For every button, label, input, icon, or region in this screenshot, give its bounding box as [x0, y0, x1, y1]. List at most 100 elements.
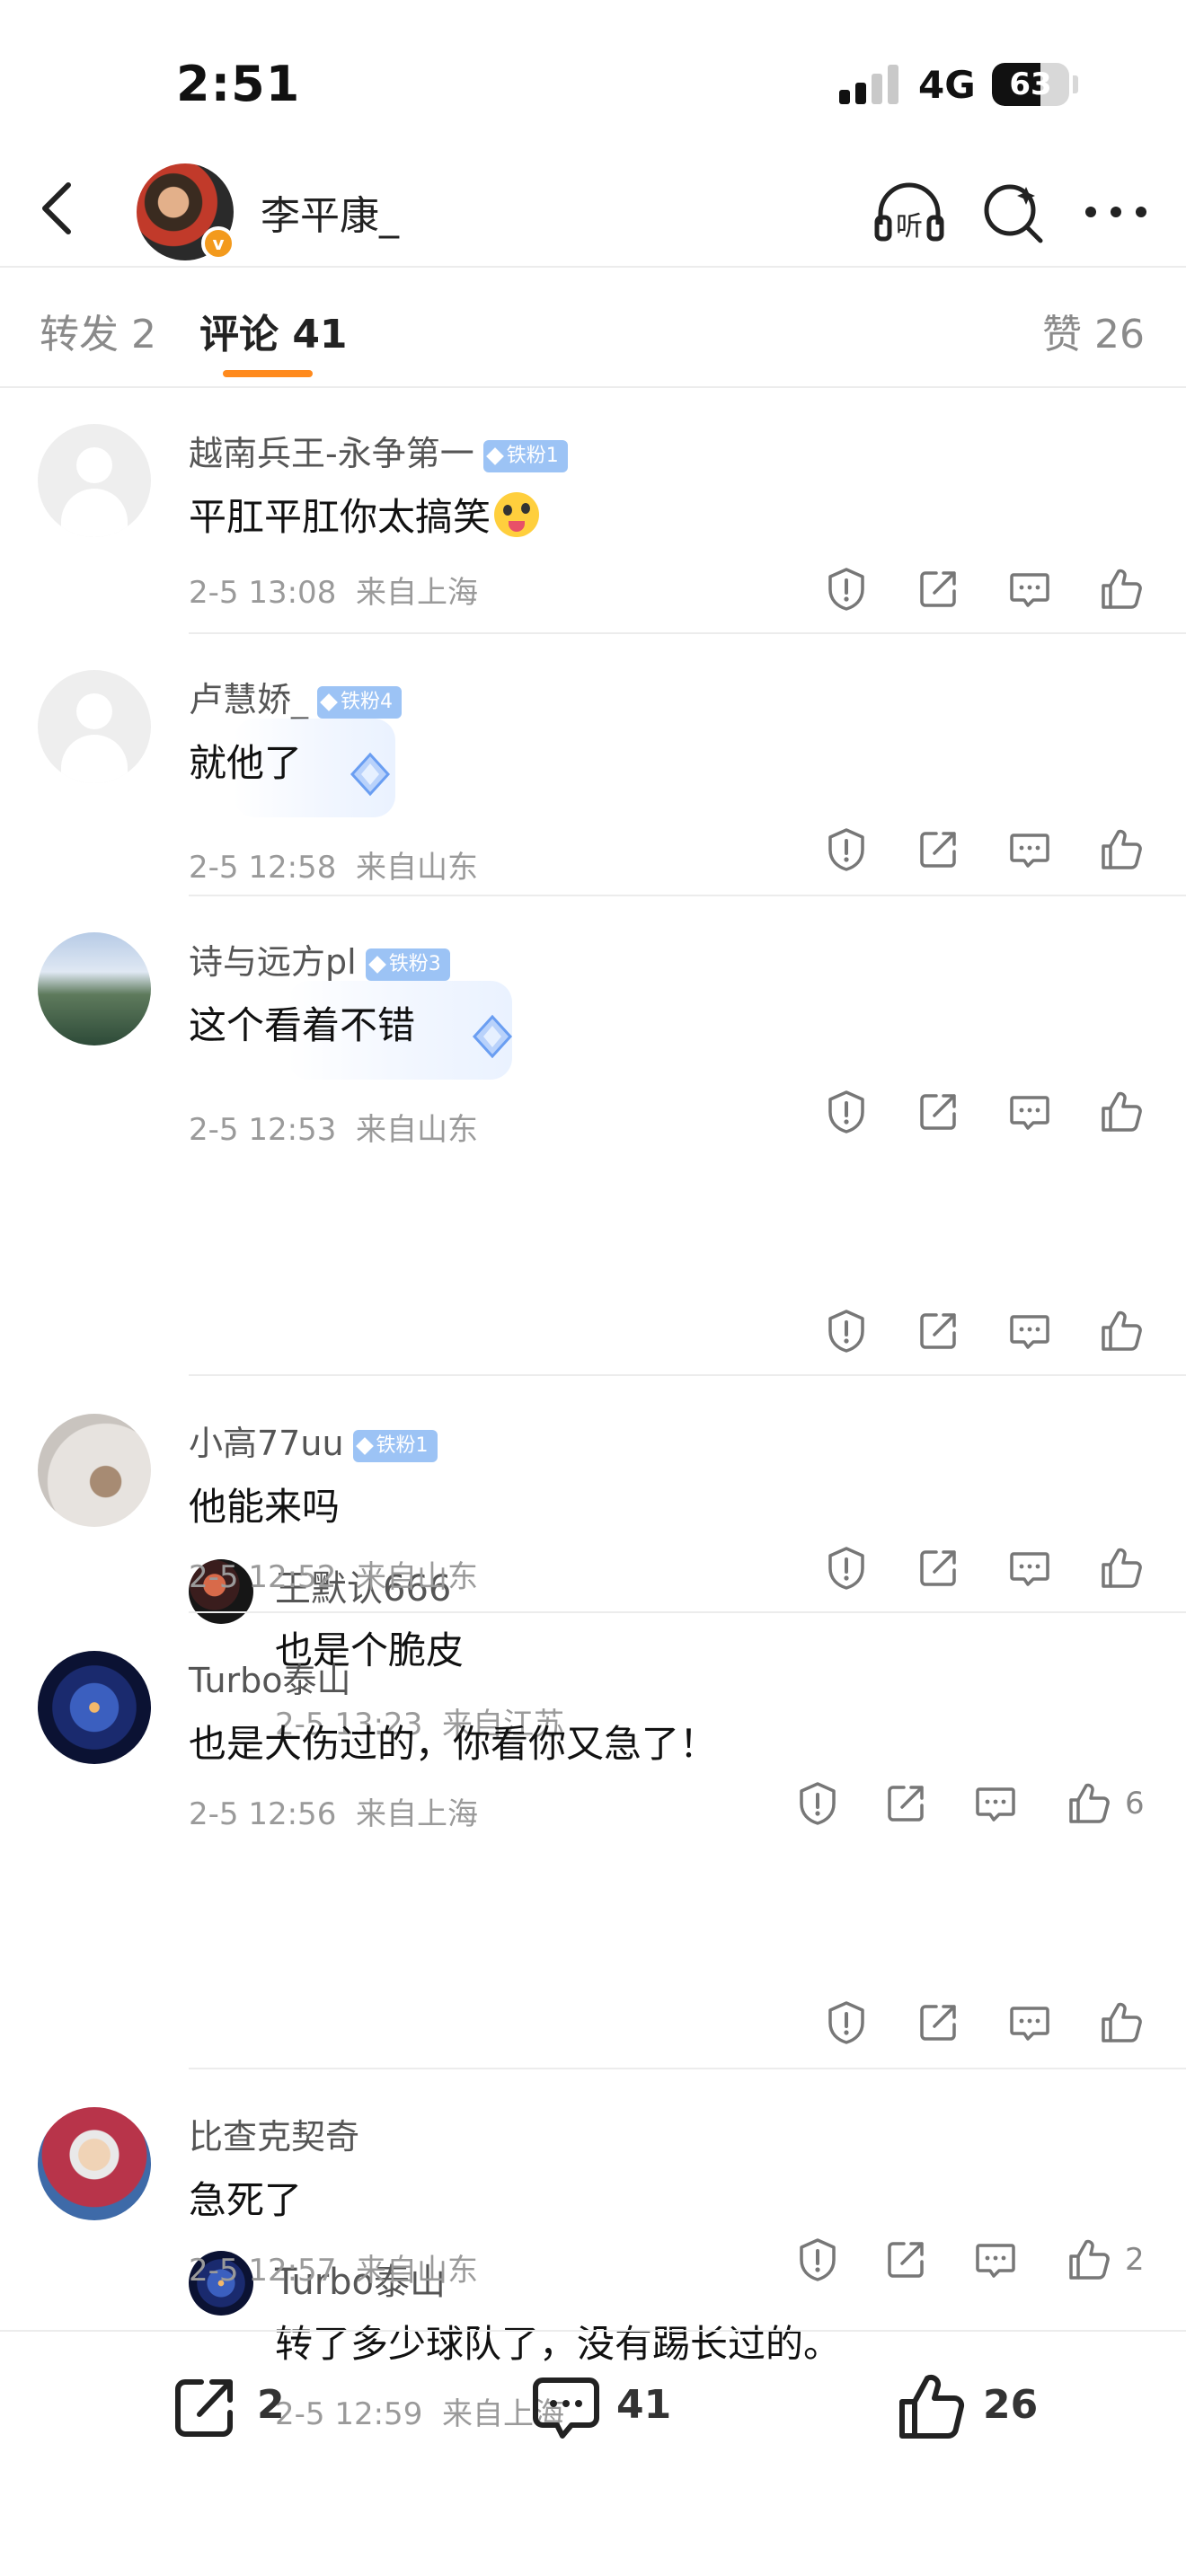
share-icon[interactable] — [915, 566, 961, 613]
comment-user[interactable]: Turbo泰山 — [189, 1653, 351, 1702]
comment-text: 就他了 — [189, 741, 303, 785]
chevron-left-icon — [42, 182, 71, 234]
repost-button[interactable] — [167, 2369, 243, 2445]
comment-meta: 2-5 12:52 来自山东 — [189, 1559, 478, 1595]
svg-text:听: 听 — [896, 211, 923, 243]
comment-meta: 2-5 12:56 来自上海 — [189, 1796, 478, 1832]
page-title[interactable]: 李平康_ — [261, 183, 399, 241]
username[interactable]: 越南兵王-永争第一 — [189, 434, 474, 473]
verified-icon: v — [201, 226, 235, 260]
fan-badge: 铁粉1 — [352, 1429, 438, 1462]
thumbs-up-icon — [899, 2374, 965, 2439]
more-icon — [1085, 207, 1146, 217]
report-icon[interactable] — [823, 1545, 870, 1592]
avatar[interactable] — [38, 424, 151, 537]
comment-meta: 2-5 13:08 来自上海 — [189, 575, 478, 611]
more-button[interactable] — [1078, 174, 1154, 250]
comment-user[interactable]: 越南兵王-永争第一 铁粉1 — [189, 426, 568, 475]
repost-count[interactable]: 2 — [257, 2382, 285, 2428]
username[interactable]: 小高77uu — [189, 1424, 344, 1463]
active-tab-indicator — [223, 370, 313, 377]
search-icon — [984, 184, 1043, 243]
share-icon[interactable] — [915, 1089, 961, 1135]
share-icon[interactable] — [915, 1545, 961, 1592]
thumbs-up-icon[interactable] — [1098, 1545, 1145, 1592]
comment-icon — [533, 2378, 599, 2439]
share-icon[interactable] — [915, 826, 961, 873]
listen-button[interactable]: 听 — [872, 174, 947, 250]
username[interactable]: 比查克契奇 — [189, 2117, 359, 2157]
tab-bar: 转发 2 评论 41 赞 26 — [0, 269, 1186, 388]
reply-icon[interactable] — [1006, 1089, 1053, 1135]
back-button[interactable] — [22, 171, 97, 246]
comment-text: 平肛平肛你太搞笑 — [189, 487, 540, 542]
divider — [189, 632, 1186, 634]
thumbs-up-icon[interactable] — [1098, 1089, 1145, 1135]
report-icon[interactable] — [823, 1308, 870, 1354]
comment-text: 他能来吗 — [189, 1485, 341, 1529]
comment-user[interactable]: 诗与远方pl 铁粉3 — [189, 934, 450, 984]
comment-meta: 2-5 12:53 来自山东 — [189, 1112, 478, 1148]
report-icon[interactable] — [794, 1780, 841, 1827]
share-icon[interactable] — [915, 1308, 961, 1354]
comment-user[interactable]: 比查克契奇 — [189, 2109, 359, 2158]
report-icon[interactable] — [823, 1089, 870, 1135]
divider — [189, 2068, 1186, 2069]
reply-icon[interactable] — [1006, 826, 1053, 873]
comment-meta: 2-5 12:57 来自山东 — [189, 2253, 478, 2289]
thumbs-up-icon[interactable] — [1098, 566, 1145, 613]
report-icon[interactable] — [794, 2236, 841, 2283]
battery-cap — [1073, 75, 1078, 93]
fan-badge: 铁粉3 — [365, 948, 450, 981]
like-button[interactable] — [893, 2369, 969, 2445]
share-icon[interactable] — [882, 1780, 929, 1827]
thumbs-up-icon[interactable] — [1066, 2236, 1112, 2283]
comment-like-count[interactable]: 6 — [1125, 1786, 1145, 1822]
avatar[interactable] — [38, 932, 151, 1045]
comment-user[interactable]: 小高77uu 铁粉1 — [189, 1416, 438, 1465]
thumbs-up-icon[interactable] — [1098, 1308, 1145, 1354]
avatar[interactable] — [38, 1651, 151, 1764]
thumbs-up-icon[interactable] — [1066, 1780, 1112, 1827]
comment-count[interactable]: 41 — [616, 2382, 671, 2428]
like-count[interactable]: 26 — [983, 2382, 1038, 2428]
reply-icon[interactable] — [1006, 566, 1053, 613]
avatar[interactable] — [38, 1414, 151, 1527]
reply-icon[interactable] — [1006, 1545, 1053, 1592]
network-type: 4G — [918, 63, 976, 107]
comment-button[interactable] — [528, 2369, 604, 2445]
reply-icon[interactable] — [1006, 1308, 1053, 1354]
reply-icon[interactable] — [972, 2236, 1019, 2283]
report-icon[interactable] — [823, 826, 870, 873]
avatar[interactable] — [38, 670, 151, 783]
repost-icon — [175, 2379, 233, 2437]
comment-like-count[interactable]: 2 — [1125, 2242, 1145, 2278]
divider — [189, 1374, 1186, 1376]
report-icon[interactable] — [823, 1999, 870, 2046]
comment-text: 这个看着不错 — [189, 1003, 416, 1047]
search-button[interactable] — [976, 174, 1051, 250]
reply-icon[interactable] — [972, 1780, 1019, 1827]
grinning-tongue-emoji — [494, 492, 540, 537]
username[interactable]: 卢慧娇_ — [189, 680, 308, 719]
username[interactable]: 诗与远方pl — [189, 942, 357, 982]
battery-percent: 63 — [1009, 66, 1052, 102]
report-icon[interactable] — [823, 566, 870, 613]
share-icon[interactable] — [882, 2236, 929, 2283]
avatar[interactable] — [38, 2107, 151, 2220]
battery-icon: 63 — [992, 63, 1069, 106]
share-icon[interactable] — [915, 1999, 961, 2046]
tab-comments[interactable]: 评论 41 — [199, 302, 348, 359]
username[interactable]: Turbo泰山 — [189, 1661, 351, 1700]
headphones-listen-icon: 听 — [874, 182, 944, 243]
thumbs-up-icon[interactable] — [1098, 1999, 1145, 2046]
thumbs-up-icon[interactable] — [1098, 826, 1145, 873]
status-bar: 2:51 4G 63 — [0, 0, 1186, 153]
comment-user[interactable]: 卢慧娇_ 铁粉4 — [189, 672, 403, 721]
comment-meta: 2-5 12:58 来自山东 — [189, 850, 478, 886]
tab-likes[interactable]: 赞 26 — [1042, 302, 1145, 359]
tab-repost[interactable]: 转发 2 — [40, 302, 156, 359]
fan-badge: 铁粉4 — [317, 685, 403, 719]
diamond-sparkle-icon — [350, 752, 391, 797]
reply-icon[interactable] — [1006, 1999, 1053, 2046]
